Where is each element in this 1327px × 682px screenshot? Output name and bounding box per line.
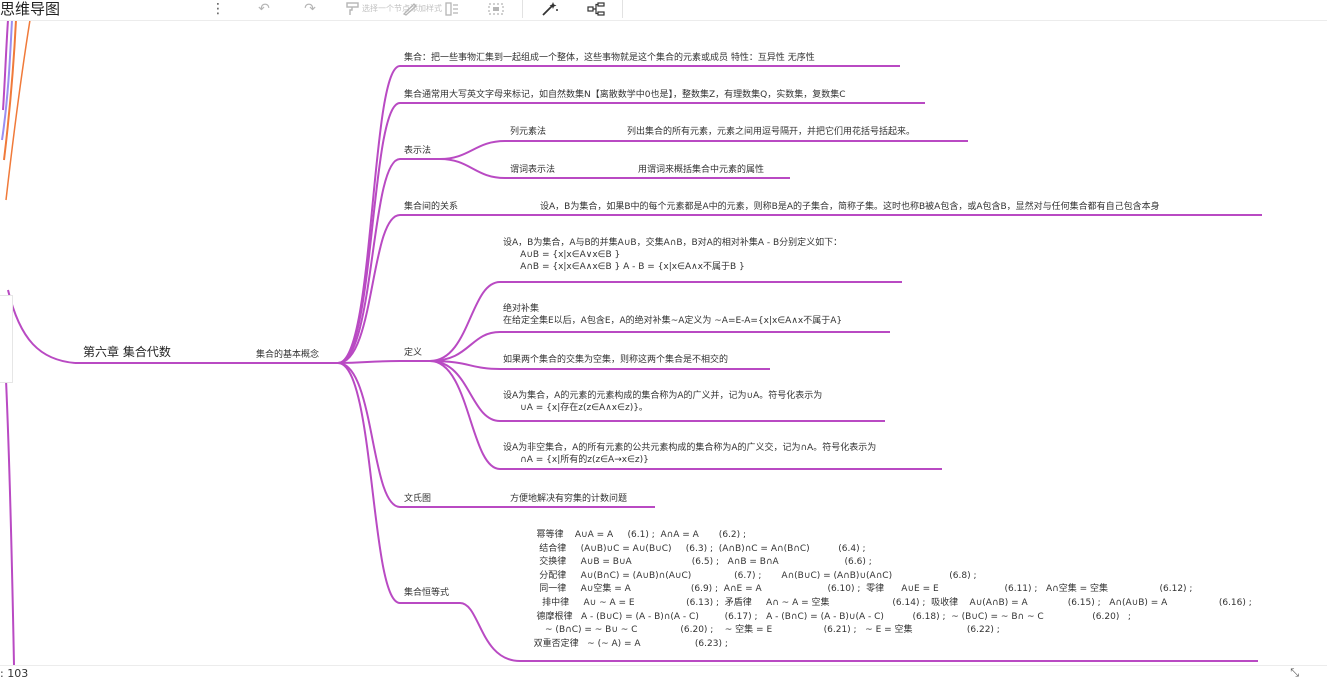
resize-icon[interactable]: ⤡ (1290, 666, 1299, 680)
layout-icon[interactable] (440, 0, 464, 18)
notation-node[interactable]: 集合通常用大写英文字母来标记，如自然数集N【离散数学中0也是】，整数集Z，有理数… (404, 89, 846, 101)
identities-node[interactable]: 集合恒等式 (404, 587, 449, 599)
undo-icon[interactable]: ↶ (252, 0, 276, 18)
collapse-panel[interactable] (0, 295, 13, 383)
toolbar-divider (622, 0, 623, 18)
redo-icon[interactable]: ↷ (298, 0, 322, 18)
pen-icon[interactable] (398, 0, 422, 18)
absolute-complement-node[interactable]: 绝对补集 在给定全集E以后，A包含E，A的绝对补集~A定义为 ~A=E-A={x… (503, 303, 842, 327)
main-topic-node[interactable]: 集合的基本概念 (256, 349, 319, 361)
repr-to-list (439, 140, 506, 160)
venn-node[interactable]: 文氏图 (404, 493, 431, 505)
mindmap-canvas[interactable]: 第六章 集合代数 集合的基本概念 集合：把一些事物汇集到一起组成一个整体，这些事… (0, 20, 1327, 665)
definition-node[interactable]: 定义 (404, 347, 422, 359)
toolbar: 思维导图 ⋮ ↶ ↷ 选择一个节点添加样式 (0, 0, 1327, 21)
relation-desc-node[interactable]: 设A，B为集合，如果B中的每个元素都是A中的元素，则称B是A的子集合，简称子集。… (540, 201, 1160, 213)
more-icon[interactable]: ⋮ (206, 0, 230, 18)
branch-concept (337, 65, 401, 364)
generalized-union-node[interactable]: 设A为集合，A的元素的元素构成的集合称为A的广义并，记为∪A。符号化表示为 ∪A… (503, 390, 822, 414)
union-intersection-node[interactable]: 设A，B为集合，A与B的并集A∪B，交集A∩B，B对A的相对补集A - B分别定… (503, 237, 842, 273)
def-to-genunion (429, 360, 501, 422)
list-method-node[interactable]: 列元素法 (510, 126, 546, 138)
select-frame-icon[interactable] (484, 0, 508, 18)
identities-text-node[interactable]: 幂等律 A∪A = A (6.1) ; A∩A = A (6.2) ; 结合律 … (525, 529, 1252, 651)
list-desc-node[interactable]: 列出集合的所有元素，元素之间用逗号隔开，并把它们用花括号括起来。 (627, 126, 915, 138)
relation-node[interactable]: 集合间的关系 (404, 201, 458, 213)
branch-identities (337, 362, 401, 604)
root-node[interactable]: 第六章 集合代数 (83, 346, 171, 358)
def-to-geninter (429, 360, 501, 470)
disjoint-node[interactable]: 如果两个集合的交集为空集，则称这两个集合是不相交的 (503, 354, 728, 366)
edge-line (5, 379, 15, 665)
concept-node[interactable]: 集合：把一些事物汇集到一起组成一个整体，这些事物就是这个集合的元素或成员 特性：… (404, 52, 815, 64)
app-title: 思维导图 (0, 0, 61, 18)
node-count: : 103 (0, 667, 29, 680)
status-bar: : 103 ⤡ (0, 665, 1327, 682)
representation-node[interactable]: 表示法 (404, 145, 431, 157)
venn-desc-node[interactable]: 方便地解决有穷集的计数问题 (510, 493, 627, 505)
generalized-intersection-node[interactable]: 设A为非空集合，A的所有元素的公共元素构成的集合称为A的广义交，记为∩A。符号化… (503, 442, 876, 466)
structure-icon[interactable] (584, 0, 608, 18)
predicate-desc-node[interactable]: 用谓词来概括集合中元素的属性 (638, 164, 764, 176)
magic-wand-icon[interactable] (538, 0, 562, 18)
predicate-method-node[interactable]: 谓词表示法 (510, 164, 555, 176)
repr-to-predicate (439, 158, 506, 179)
branch-venn (337, 362, 401, 508)
def-to-abscomp (429, 331, 501, 362)
branch-definition (337, 360, 401, 364)
root-link (7, 289, 76, 364)
toolbar-divider (522, 0, 523, 18)
